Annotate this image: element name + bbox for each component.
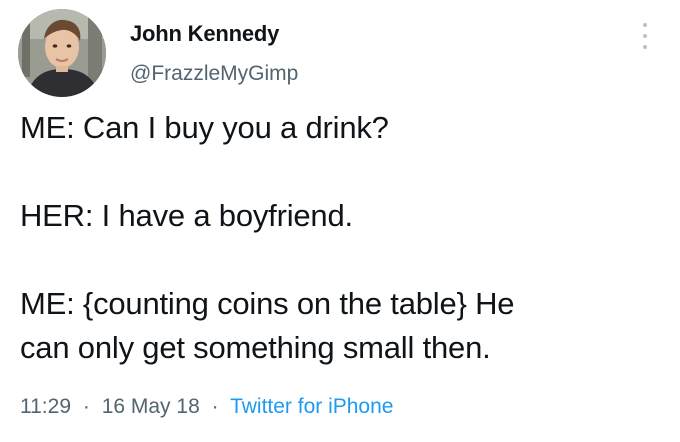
tweet-meta: 11:29 · 16 May 18 · Twitter for iPhone [20, 395, 393, 419]
author-display-name[interactable]: John Kennedy [130, 21, 279, 47]
tweet-line: ME: {counting coins on the table} He [20, 286, 515, 321]
vertical-ellipsis-icon[interactable] [640, 23, 650, 51]
tweet-date[interactable]: 16 May 18 [102, 395, 200, 418]
meta-separator: · [211, 395, 219, 418]
profile-photo-icon [18, 9, 106, 97]
tweet-line: can only get something small then. [20, 330, 491, 365]
tweet-source-link[interactable]: Twitter for iPhone [230, 395, 393, 418]
meta-separator: · [82, 395, 90, 418]
tweet-time[interactable]: 11:29 [20, 395, 71, 418]
avatar[interactable] [18, 9, 106, 97]
tweet-header: John Kennedy @FrazzleMyGimp [18, 9, 668, 97]
tweet: John Kennedy @FrazzleMyGimp ME: Can I bu… [0, 0, 680, 442]
tweet-line: HER: I have a boyfriend. [20, 198, 353, 233]
tweet-text: ME: Can I buy you a drink? HER: I have a… [20, 106, 660, 370]
author-handle[interactable]: @FrazzleMyGimp [130, 62, 298, 86]
tweet-line: ME: Can I buy you a drink? [20, 110, 389, 145]
